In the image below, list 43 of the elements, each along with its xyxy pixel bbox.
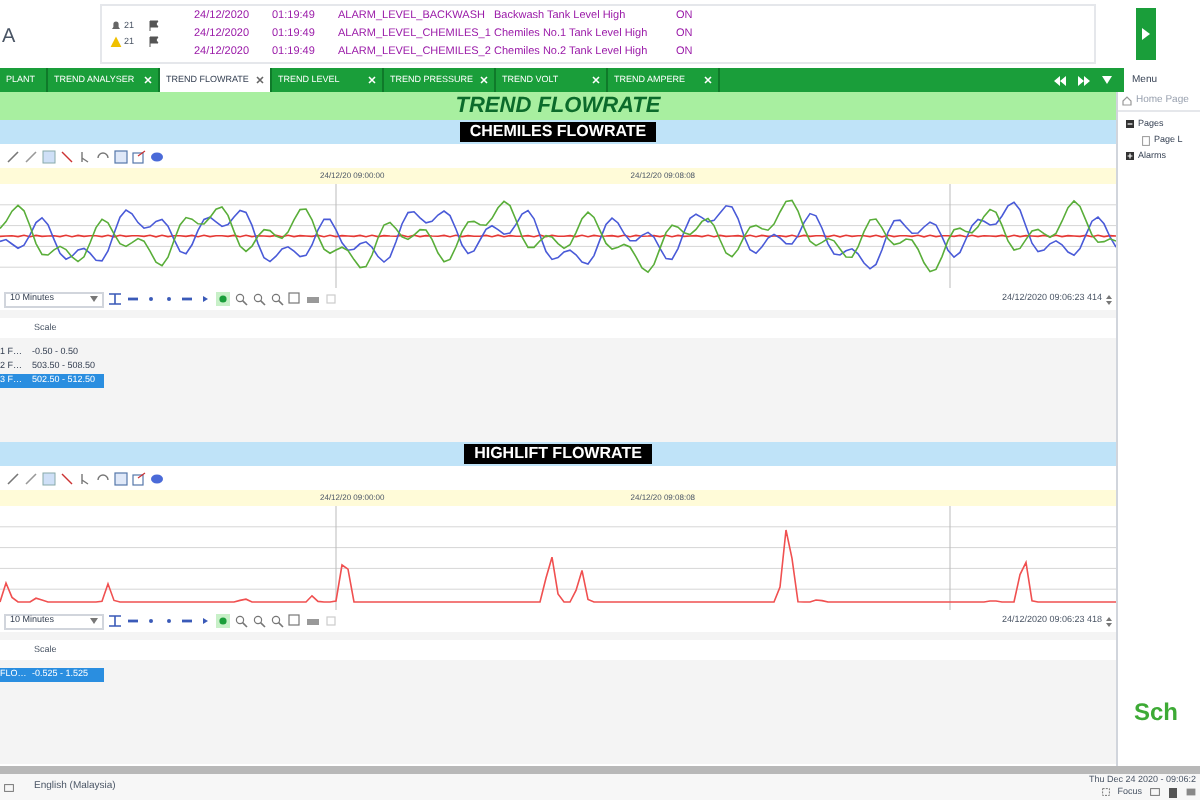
caret-icon <box>90 296 98 302</box>
export-icon[interactable] <box>132 149 146 163</box>
spinner-icon[interactable] <box>1106 615 1112 627</box>
dropdown-icon[interactable] <box>1102 76 1112 84</box>
zoom-out-icon[interactable] <box>252 614 266 628</box>
window-icon[interactable] <box>114 149 128 163</box>
trend-title: CHEMILES FLOWRATE <box>459 122 657 142</box>
fit-icon[interactable] <box>108 614 122 628</box>
chevron-right-icon <box>1142 28 1150 40</box>
layout-icon[interactable] <box>1150 788 1160 797</box>
zoom-box-icon[interactable] <box>288 292 302 306</box>
bell-icon <box>110 20 122 33</box>
export-icon[interactable] <box>132 471 146 485</box>
page-icon <box>1142 135 1150 146</box>
page-title: TREND FLOWRATE <box>455 95 661 117</box>
logo-text: A <box>2 26 16 48</box>
play-icon[interactable] <box>198 292 212 306</box>
zoom-icon[interactable] <box>270 614 284 628</box>
spinner-icon[interactable] <box>1106 293 1112 305</box>
zoom-out-icon[interactable] <box>252 292 266 306</box>
document-icon[interactable] <box>1168 787 1178 798</box>
zoom-icon[interactable] <box>270 292 284 306</box>
logo-text: Sch <box>1132 700 1181 724</box>
collapse-icon[interactable] <box>1126 120 1134 129</box>
warning-icon <box>110 35 122 48</box>
live-icon[interactable] <box>216 292 230 306</box>
trend-title: HIGHLIFT FLOWRATE <box>464 444 652 464</box>
window-icon[interactable] <box>1186 788 1196 797</box>
zoom-in-icon[interactable] <box>234 614 248 628</box>
live-icon[interactable] <box>216 614 230 628</box>
first-page-icon[interactable] <box>1054 75 1066 85</box>
home-icon <box>1122 96 1132 106</box>
zoom-box-icon[interactable] <box>288 614 302 628</box>
focus-icon[interactable] <box>1101 788 1110 797</box>
fit-icon[interactable] <box>108 292 122 306</box>
expand-icon[interactable] <box>1126 151 1134 160</box>
window-icon[interactable] <box>114 471 128 485</box>
close-icon[interactable] <box>256 76 264 84</box>
expand-button[interactable] <box>1136 8 1156 60</box>
caret-icon <box>90 618 98 624</box>
play-icon[interactable] <box>198 614 212 628</box>
zoom-in-icon[interactable] <box>234 292 248 306</box>
next-page-icon[interactable] <box>1078 75 1090 85</box>
